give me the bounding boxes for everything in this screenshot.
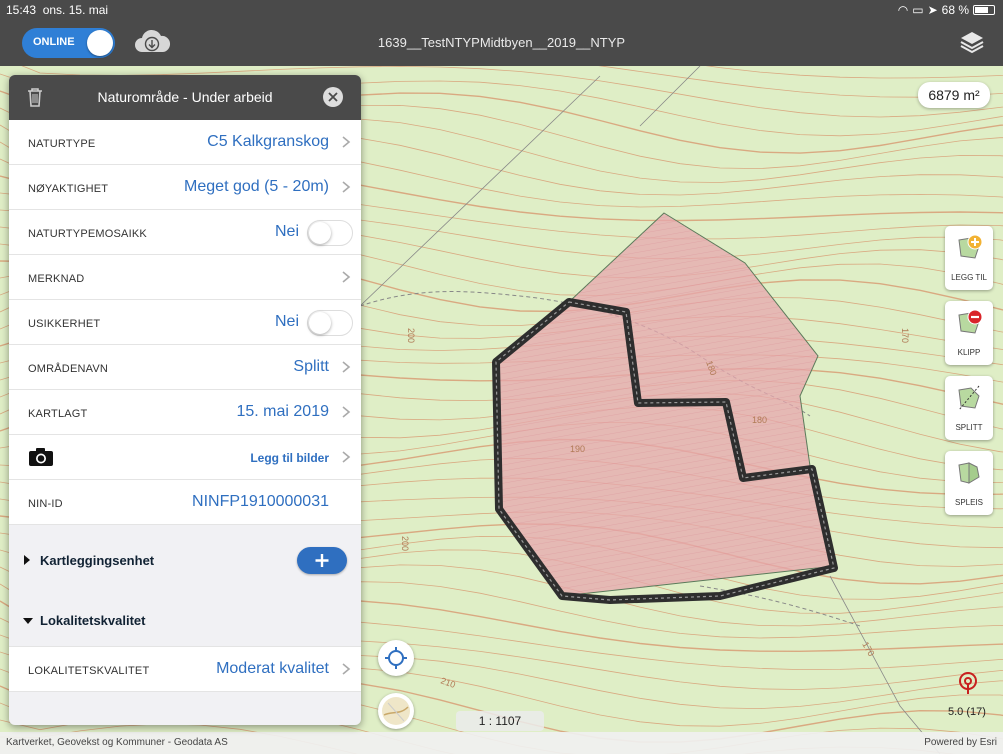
- chevron-right-icon: [342, 406, 351, 418]
- section-kartleggingsenhet[interactable]: Kartleggingsenhet: [9, 537, 361, 585]
- row-key: OMRÅDENAVN: [28, 363, 109, 375]
- row-key: NIN-ID: [28, 498, 63, 510]
- merge-area-button[interactable]: SPLEIS: [945, 451, 993, 515]
- chevron-right-icon: [342, 451, 351, 463]
- triangle-down-icon: [23, 618, 33, 624]
- chevron-right-icon: [342, 181, 351, 193]
- status-date: ons. 15. mai: [42, 3, 109, 17]
- basemap-button[interactable]: [378, 693, 414, 729]
- crosshair-icon: [385, 647, 407, 669]
- chevron-right-icon: [342, 136, 351, 148]
- close-icon[interactable]: [323, 87, 343, 107]
- row-merknad[interactable]: MERKNAD: [9, 255, 361, 300]
- row-lokalitetskvalitet[interactable]: LOKALITETSKVALITET Moderat kvalitet: [9, 646, 361, 692]
- row-omradenavn[interactable]: OMRÅDENAVN Splitt: [9, 345, 361, 390]
- row-add-photos[interactable]: Legg til bilder: [9, 435, 361, 480]
- wifi-icon: ◠: [897, 3, 909, 17]
- row-noyaktighet[interactable]: NØYAKTIGHET Meget god (5 - 20m): [9, 165, 361, 210]
- gps-signal-icon[interactable]: [955, 670, 981, 696]
- row-naturtypemosaikk: NATURTYPEMOSAIKK Nei: [9, 210, 361, 255]
- tool-label: KLIPP: [957, 348, 981, 357]
- add-photos-link: Legg til bilder: [250, 451, 329, 465]
- layers-icon[interactable]: [958, 28, 986, 56]
- gps-accuracy: 5.0 (17): [948, 706, 986, 718]
- attribution-text: Kartverket, Geovekst og Kommuner - Geoda…: [6, 737, 228, 748]
- row-value: Nei: [274, 223, 299, 240]
- screen-mirror-icon: ▭: [912, 3, 924, 17]
- chevron-right-icon: [342, 361, 351, 373]
- split-area-icon: [958, 385, 980, 411]
- row-value: NINFP1910000031: [192, 493, 329, 510]
- row-key: MERKNAD: [28, 273, 85, 285]
- chevron-right-icon: [342, 663, 351, 675]
- locate-button[interactable]: [378, 640, 414, 676]
- section-label: Lokalitetskvalitet: [40, 613, 146, 628]
- location-arrow-icon: ➤: [927, 3, 938, 17]
- clip-area-button[interactable]: KLIPP: [945, 301, 993, 365]
- project-title: 1639__TestNTYPMidtbyen__2019__NTYP: [377, 35, 626, 50]
- powered-by-link[interactable]: Powered by Esri: [924, 737, 997, 748]
- row-nin-id: NIN-ID NINFP1910000031: [9, 480, 361, 525]
- tool-label: LEGG TIL: [951, 273, 987, 282]
- row-usikkerhet: USIKKERHET Nei: [9, 300, 361, 345]
- basemap-icon: [382, 697, 410, 725]
- row-value: Splitt: [293, 358, 329, 375]
- plus-icon: [315, 554, 329, 567]
- row-kartlagt[interactable]: KARTLAGT 15. mai 2019: [9, 390, 361, 435]
- chevron-right-icon: [342, 271, 351, 283]
- app-window: 190 180 180 170 200 200 170 210 220 15:4…: [0, 0, 1003, 754]
- tool-label: SPLITT: [955, 423, 983, 432]
- mosaikk-switch[interactable]: [307, 220, 353, 246]
- row-key: LOKALITETSKVALITET: [28, 665, 150, 677]
- row-value: Nei: [274, 313, 299, 330]
- area-badge: 6879 m²: [918, 82, 990, 108]
- contour-label: 200: [400, 536, 410, 551]
- battery-percent: 68 %: [941, 3, 969, 17]
- camera-icon: [29, 448, 53, 466]
- battery-icon: [973, 5, 995, 15]
- row-naturtype[interactable]: NATURTYPE C5 Kalkgranskog: [9, 120, 361, 165]
- row-value: Moderat kvalitet: [216, 660, 329, 677]
- tool-label: SPLEIS: [954, 498, 983, 507]
- feature-panel: Naturområde - Under arbeid NATURTYPE C5 …: [9, 75, 361, 725]
- add-area-icon: [958, 234, 983, 259]
- panel-title: Naturområde - Under arbeid: [97, 89, 273, 105]
- status-time: 15:43: [6, 3, 37, 17]
- row-key: USIKKERHET: [28, 318, 101, 330]
- contour-label: 190: [570, 444, 585, 454]
- attribute-list: NATURTYPE C5 Kalkgranskog NØYAKTIGHET Me…: [9, 120, 361, 525]
- row-key: NATURTYPE: [28, 138, 96, 150]
- panel-header: Naturområde - Under arbeid: [9, 75, 361, 120]
- contour-label: 170: [900, 328, 910, 343]
- top-toolbar: ONLINE 1639__TestNTYPMidtbyen__2019__NTY…: [0, 20, 1003, 66]
- row-key: NATURTYPEMOSAIKK: [28, 228, 147, 240]
- row-value: 15. mai 2019: [236, 403, 329, 420]
- add-area-button[interactable]: LEGG TIL: [945, 226, 993, 290]
- status-bar: 15:43 ons. 15. mai ◠ ▭ ➤ 68 %: [0, 0, 1003, 20]
- row-key: NØYAKTIGHET: [28, 183, 109, 195]
- section-label: Kartleggingsenhet: [40, 553, 155, 568]
- contour-label: 200: [406, 328, 416, 343]
- usikkerhet-switch[interactable]: [307, 310, 353, 336]
- map-scale: 1 : 1107: [456, 711, 544, 731]
- add-kartleggingsenhet-button[interactable]: [297, 547, 347, 574]
- merge-area-icon: [958, 462, 980, 484]
- section-lokalitetskvalitet[interactable]: Lokalitetskvalitet: [9, 597, 361, 645]
- split-area-button[interactable]: SPLITT: [945, 376, 993, 440]
- map-attribution-bar: Kartverket, Geovekst og Kommuner - Geoda…: [0, 732, 1003, 754]
- row-value: Meget god (5 - 20m): [184, 178, 329, 195]
- contour-label: 180: [752, 415, 767, 425]
- clip-area-icon: [958, 309, 983, 334]
- row-key: KARTLAGT: [28, 408, 88, 420]
- triangle-right-icon: [24, 555, 30, 565]
- row-value: C5 Kalkgranskog: [207, 133, 329, 150]
